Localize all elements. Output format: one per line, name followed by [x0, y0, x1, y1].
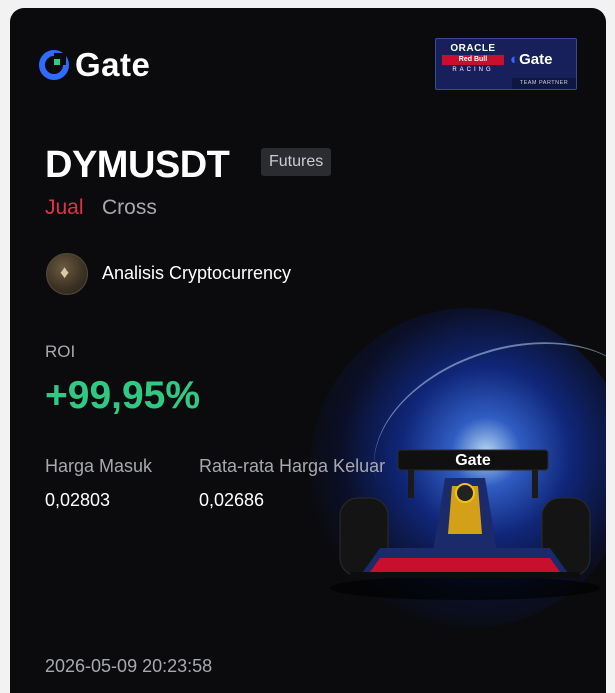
- entry-price-label: Harga Masuk: [45, 456, 153, 476]
- exit-price-label: Rata-rata Harga Keluar: [199, 456, 386, 476]
- crypto-avatar-icon: ♦: [46, 253, 88, 295]
- racing-text: RACING: [452, 67, 494, 73]
- gate-logo: Gate: [39, 46, 150, 84]
- roi-label: ROI: [45, 342, 76, 361]
- exit-price-value: 0,02686: [199, 490, 265, 510]
- team-partner-text: TEAM PARTNER: [512, 78, 576, 89]
- entry-price-value: 0,02803: [45, 490, 111, 510]
- trade-side: Jual: [45, 196, 84, 219]
- margin-mode: Cross: [102, 196, 157, 219]
- brand-name: Gate: [75, 46, 151, 83]
- market-badge: Futures: [261, 148, 332, 176]
- gate-logo-icon: [39, 50, 69, 80]
- partner-gate-text: ◐Gate: [510, 51, 553, 68]
- car-wing-text: Gate: [455, 452, 491, 469]
- oracle-text: ORACLE: [450, 43, 496, 54]
- timestamp: 2026-05-09 20:23:58: [45, 656, 213, 676]
- share-card: Gate ORACLE Red Bull RACING ◐Gate TEAM P…: [10, 8, 606, 693]
- redbull-text: Red Bull: [442, 55, 504, 65]
- roi-value: +99,95%: [45, 374, 201, 417]
- partner-badge: ORACLE Red Bull RACING ◐Gate TEAM PARTNE…: [435, 38, 577, 90]
- trading-pair: DYMUSDT: [45, 144, 230, 186]
- gate-mini-icon: ◐: [510, 51, 520, 68]
- analysis-label: Analisis Cryptocurrency: [102, 263, 292, 283]
